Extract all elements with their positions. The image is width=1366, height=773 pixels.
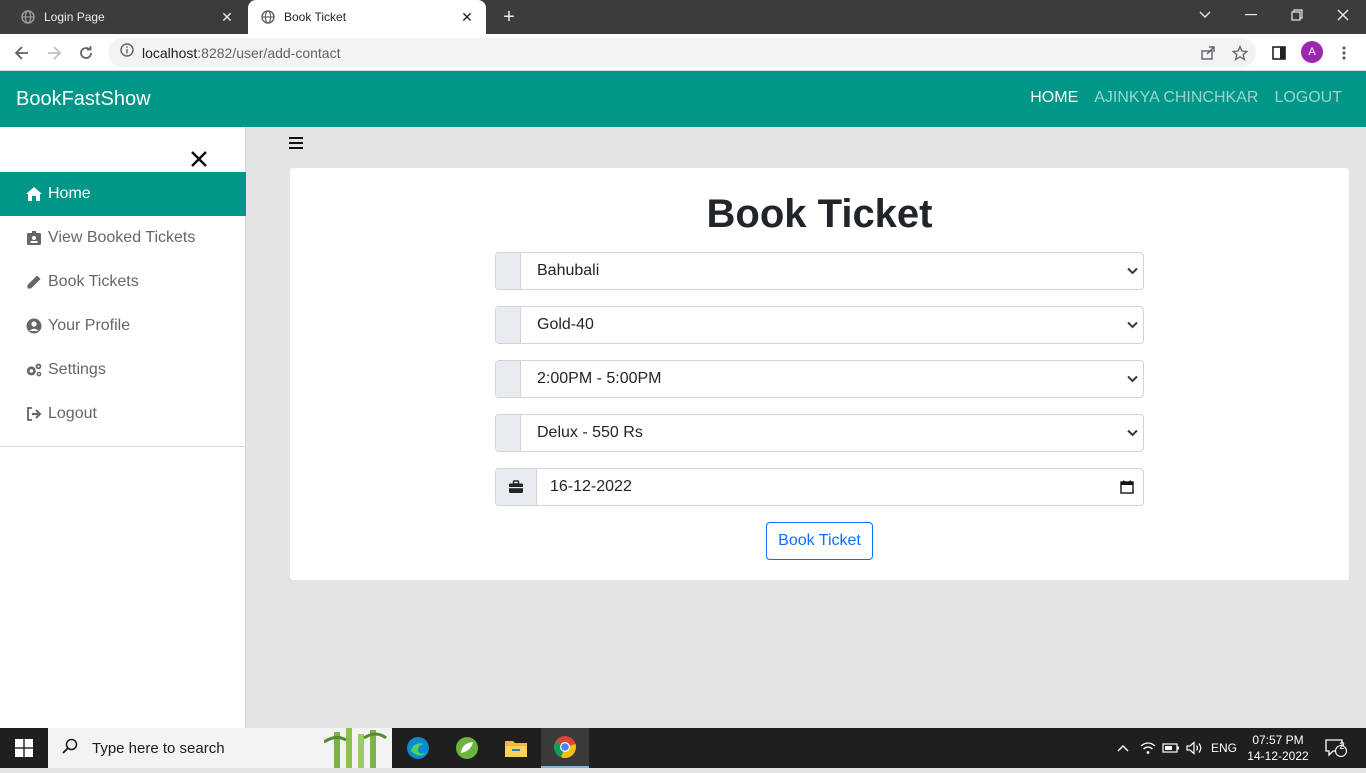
page-title: Book Ticket [706,192,933,236]
url-host: localhost [142,44,198,61]
profile-avatar[interactable]: A [1301,41,1323,63]
nav-link-home[interactable]: HOME [1030,89,1078,107]
sidebar-item-label: Your Profile [48,317,131,334]
calendar-icon[interactable] [1111,469,1143,505]
windows-start-button[interactable] [0,728,48,768]
volume-icon[interactable] [1184,728,1206,768]
movie-select-value: Bahubali [537,262,600,279]
edge-browser-icon[interactable] [394,728,442,768]
side-panel-icon[interactable] [1267,41,1291,65]
windows-taskbar: Type here to search ENG 07:57 PM 14-12-2… [0,728,1366,768]
taskbar-clock[interactable]: 07:57 PM 14-12-2022 [1244,732,1312,764]
home-icon [25,185,43,203]
input-addon [496,307,521,343]
sidebar-item-logout[interactable]: Logout [0,392,246,436]
brand-logo[interactable]: BookFastShow [16,88,151,111]
search-icon [62,738,78,759]
date-input[interactable]: 16-12-2022 [495,468,1144,506]
timing-select[interactable]: 2:00PM - 5:00PM [495,360,1144,398]
chevron-down-icon [1121,415,1143,451]
theatre-select[interactable]: Gold-40 [495,306,1144,344]
language-indicator[interactable]: ENG [1208,728,1240,768]
movie-select[interactable]: Bahubali [495,252,1144,290]
app-navbar: BookFastShow HOME AJINKYA CHINCHKAR LOGO… [0,71,1366,127]
reload-button[interactable] [73,40,99,66]
timing-select-value: 2:00PM - 5:00PM [537,370,662,387]
chevron-down-icon [1121,307,1143,343]
sidebar-item-your-profile[interactable]: Your Profile [0,304,246,348]
chevron-up-icon[interactable] [1112,728,1134,768]
briefcase-icon [496,469,537,505]
input-addon [496,253,521,289]
pencil-icon [25,273,43,291]
bookmark-star-icon[interactable] [1228,41,1252,65]
notification-badge: 2 [1339,741,1345,752]
id-badge-icon [25,229,43,247]
wifi-icon[interactable] [1138,728,1158,768]
tab-login-page[interactable]: Login Page ✕ [8,0,246,34]
close-window-button[interactable] [1320,0,1366,30]
nav-links: HOME AJINKYA CHINCHKAR LOGOUT [1030,89,1342,107]
input-addon [496,415,521,451]
chrome-browser-icon[interactable] [541,728,589,768]
site-info-icon[interactable] [120,43,134,62]
sidebar-divider [0,446,246,447]
taskbar-search[interactable]: Type here to search [48,728,392,768]
sidebar-item-home[interactable]: Home [0,172,246,216]
browser-tab-strip: Login Page ✕ Book Ticket ✕ + [0,0,1366,34]
spring-tool-icon[interactable] [443,728,491,768]
notification-center-icon[interactable]: 2 [1320,728,1352,768]
tab-search-icon[interactable] [1182,0,1228,30]
sidebar: Home View Booked Tickets Book Tickets Yo… [0,127,246,728]
clock-date: 14-12-2022 [1247,749,1309,763]
menu-kebab-icon[interactable] [1332,41,1356,65]
sidebar-item-label: Logout [48,405,97,422]
tab-book-ticket[interactable]: Book Ticket ✕ [248,0,486,34]
url-text: localhost:8282/user/add-contact [142,45,340,61]
minimize-button[interactable] [1228,0,1274,30]
cogs-icon [25,361,43,379]
new-tab-button[interactable]: + [497,5,521,29]
hamburger-menu-icon[interactable] [288,136,304,152]
theatre-select-value: Gold-40 [537,316,594,333]
share-icon[interactable] [1196,41,1220,65]
seat-class-select[interactable]: Delux - 550 Rs [495,414,1144,452]
sidebar-item-book-tickets[interactable]: Book Tickets [0,260,246,304]
sidebar-item-settings[interactable]: Settings [0,348,246,392]
tab-title: Login Page [44,10,105,24]
booking-card: Book Ticket Bahubali Gold-40 2:00PM - 5:… [290,168,1349,580]
address-bar[interactable]: localhost:8282/user/add-contact [108,38,1256,67]
chevron-down-icon [1121,361,1143,397]
close-icon[interactable]: ✕ [216,6,238,28]
globe-icon [20,9,36,25]
tab-title: Book Ticket [284,10,347,24]
nav-link-user[interactable]: AJINKYA CHINCHKAR [1094,89,1258,107]
url-path: :8282/user/add-contact [197,44,341,61]
globe-icon [260,9,276,25]
sidebar-item-label: Book Tickets [48,273,139,290]
battery-icon[interactable] [1160,728,1182,768]
user-circle-icon [25,317,43,335]
seat-class-select-value: Delux - 550 Rs [537,424,643,441]
sidebar-item-label: Home [48,185,91,202]
sidebar-item-label: Settings [48,361,106,378]
date-input-value: 16-12-2022 [550,478,632,495]
browser-toolbar: localhost:8282/user/add-contact [0,34,1366,71]
input-addon [496,361,521,397]
search-placeholder: Type here to search [92,739,225,757]
sign-out-icon [25,405,43,423]
book-ticket-button[interactable]: Book Ticket [766,522,873,560]
nav-link-logout[interactable]: LOGOUT [1274,89,1342,107]
sidebar-item-label: View Booked Tickets [48,229,196,246]
file-explorer-icon[interactable] [492,728,540,768]
sidebar-item-view-booked-tickets[interactable]: View Booked Tickets [0,216,246,260]
close-icon[interactable]: ✕ [456,6,478,28]
restore-button[interactable] [1274,0,1320,30]
chevron-down-icon [1121,253,1143,289]
close-icon[interactable] [188,148,210,170]
clock-time: 07:57 PM [1252,733,1304,747]
bamboo-search-highlight-icon [323,728,388,773]
forward-button[interactable] [41,40,67,66]
back-button[interactable] [9,40,35,66]
